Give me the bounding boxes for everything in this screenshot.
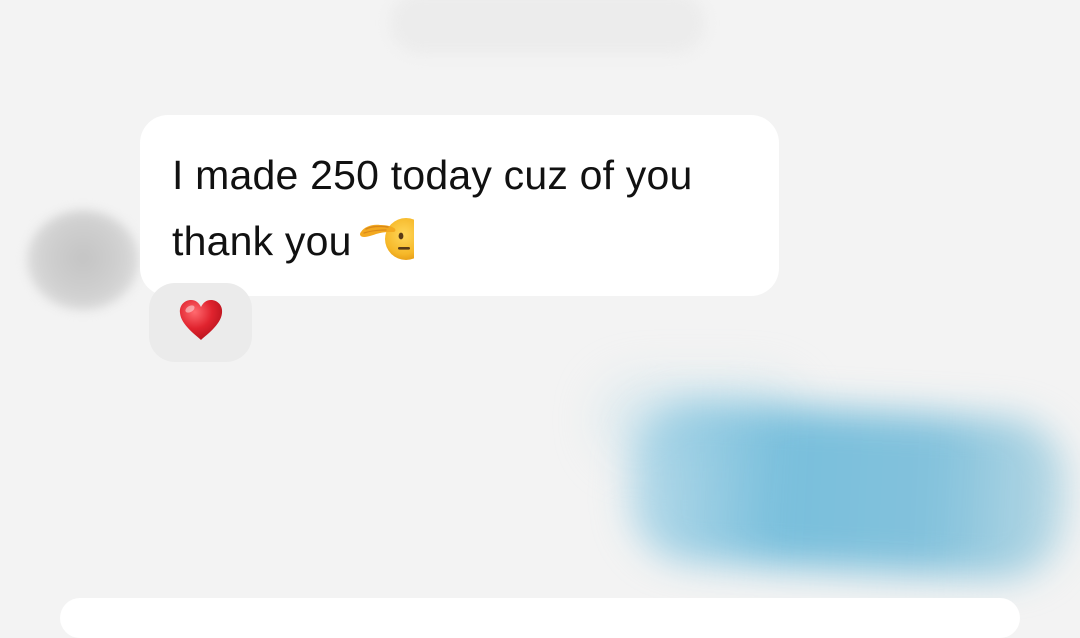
blurred-header [390, 0, 705, 54]
reaction-pill[interactable] [149, 283, 252, 362]
red-heart-emoji-icon [177, 298, 225, 347]
incoming-message-bubble[interactable]: I made 250 today cuz of you thank you [140, 115, 779, 296]
outgoing-message-blurred [626, 398, 1069, 582]
message-text: I made 250 today cuz of you thank you [172, 142, 747, 274]
avatar[interactable] [27, 210, 139, 310]
message-body: I made 250 today cuz of you thank you [172, 152, 693, 264]
message-input-bar[interactable] [60, 598, 1020, 638]
saluting-face-emoji-icon [358, 214, 414, 260]
